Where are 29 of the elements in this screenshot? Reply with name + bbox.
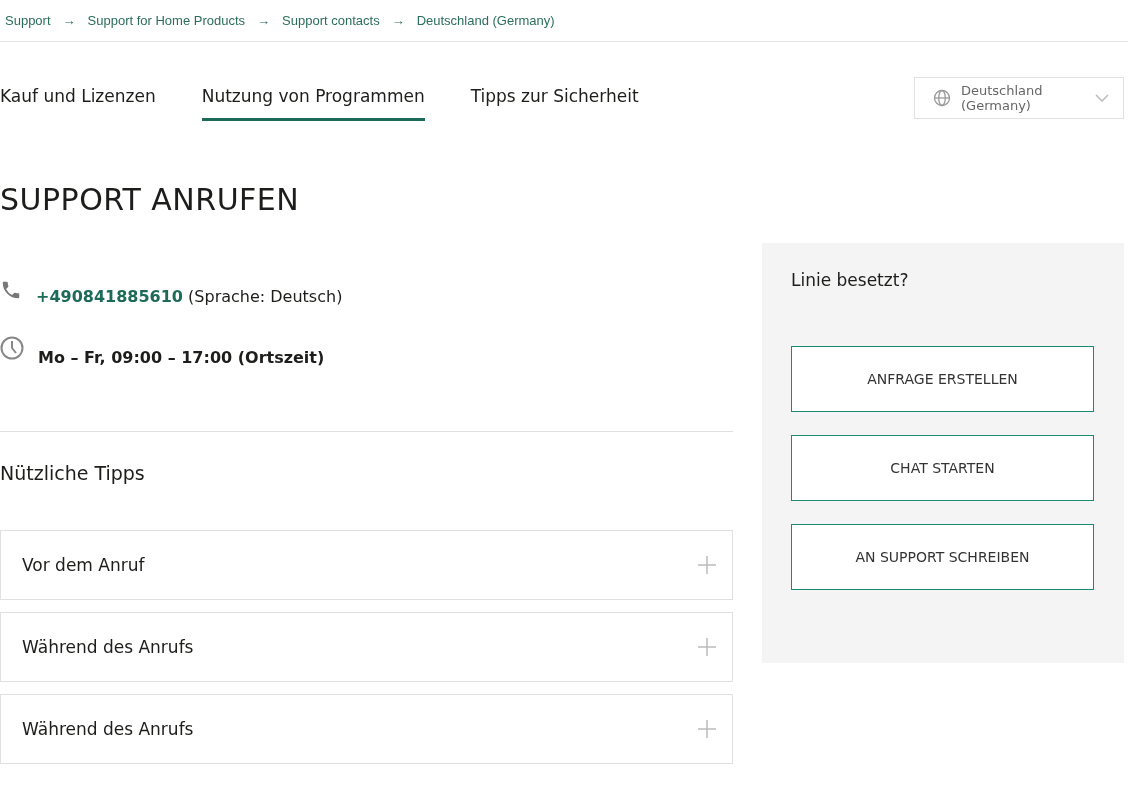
clock-icon bbox=[0, 336, 24, 360]
globe-icon bbox=[933, 89, 951, 107]
phone-icon bbox=[0, 279, 22, 301]
arrow-separator: → bbox=[391, 13, 405, 28]
page-heading: SUPPORT ANRUFEN bbox=[0, 182, 301, 217]
tab[interactable]: Tipps zur Sicherheit bbox=[470, 76, 639, 121]
breadcrumb-link[interactable]: Support bbox=[5, 13, 51, 28]
accordion-item[interactable]: Vor dem Anruf bbox=[0, 530, 733, 600]
panel-title: Linie besetzt? bbox=[791, 270, 910, 290]
plus-icon bbox=[698, 720, 716, 738]
breadcrumb-link[interactable]: Support for Home Products bbox=[87, 13, 246, 28]
breadcrumb-link[interactable]: Deutschland (Germany) bbox=[416, 13, 555, 28]
plus-icon bbox=[698, 638, 716, 656]
accordion-item[interactable]: Während des Anrufs bbox=[0, 694, 733, 764]
chevron-down-icon bbox=[1095, 94, 1109, 102]
tab[interactable]: Nutzung von Programmen bbox=[201, 76, 425, 121]
arrow-separator: → bbox=[257, 13, 271, 28]
arrow-separator: → bbox=[62, 13, 76, 28]
tab[interactable]: Kauf und Lizenzen bbox=[0, 76, 156, 121]
opening-hours: Mo – Fr, 09:00 – 17:00 (Ortszeit) bbox=[38, 347, 325, 367]
action-button[interactable]: AN SUPPORT SCHREIBEN bbox=[791, 524, 1094, 590]
action-button[interactable]: ANFRAGE ERSTELLEN bbox=[791, 346, 1094, 412]
region-dropdown[interactable]: Deutschland (Germany) bbox=[914, 77, 1124, 119]
breadcrumb-link[interactable]: Support contacts bbox=[282, 13, 380, 28]
accordion-item[interactable]: Während des Anrufs bbox=[0, 612, 733, 682]
section-heading: Nützliche Tipps bbox=[0, 462, 146, 484]
phone-line: +490841885610 (Sprache: Deutsch) bbox=[36, 286, 343, 306]
plus-icon bbox=[698, 556, 716, 574]
action-button[interactable]: CHAT STARTEN bbox=[791, 435, 1094, 501]
